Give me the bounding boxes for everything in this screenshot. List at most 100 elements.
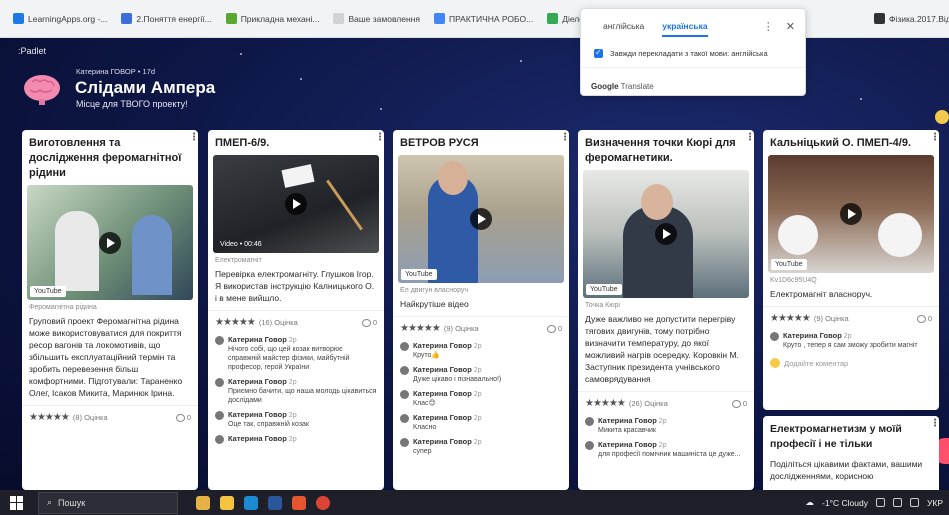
bookmark-favicon-icon bbox=[121, 13, 133, 24]
bookmark-label: LearningApps.org -... bbox=[28, 13, 108, 24]
file-explorer-icon[interactable] bbox=[220, 495, 234, 510]
avatar bbox=[585, 417, 594, 426]
comment-time: 2р bbox=[288, 436, 297, 443]
play-icon[interactable] bbox=[99, 231, 121, 254]
post-rating[interactable]: ★★★★★ (16) Оцінка 0 bbox=[208, 310, 384, 332]
comment-count: 0 bbox=[927, 314, 932, 323]
bookmark-item[interactable]: Прикладна механі... bbox=[221, 10, 325, 27]
comment-time: 2р bbox=[473, 391, 482, 398]
network-icon[interactable] bbox=[892, 498, 902, 507]
volume-icon[interactable] bbox=[909, 498, 919, 507]
padlet-logo[interactable]: :Padlet bbox=[18, 46, 46, 56]
comment-text: Круто👍 bbox=[413, 352, 441, 359]
taskbar-search[interactable]: ⌕ Пошук bbox=[38, 491, 178, 514]
comment: Катерина Говор 2р Дуже цікаво і пізнавальн… bbox=[393, 362, 569, 386]
language-indicator[interactable]: УКР bbox=[927, 498, 943, 508]
bookmark-item[interactable]: Фізика.2017.Відпов... bbox=[869, 10, 949, 27]
comment-bubble-icon bbox=[916, 314, 926, 323]
chrome-icon[interactable] bbox=[316, 495, 330, 510]
word-icon[interactable] bbox=[268, 495, 282, 510]
more-options-icon[interactable]: ⋮ bbox=[763, 20, 774, 33]
comment-text: Нічого собі, що цей козак витворює справ… bbox=[228, 346, 350, 371]
avatar bbox=[215, 435, 224, 444]
edge-browser-icon[interactable] bbox=[244, 495, 258, 510]
video-duration-badge: Video • 00:46 bbox=[220, 241, 262, 248]
add-comment-label: Додайте коментар bbox=[784, 358, 849, 368]
tab-source-language[interactable]: англійська bbox=[603, 21, 644, 37]
padlet-board: :Padlet Катерина ГОВОР • 17d Слідами Амп… bbox=[0, 38, 949, 490]
board-title: Слідами Ампера bbox=[75, 78, 216, 97]
comment-time: 2р bbox=[843, 333, 852, 340]
rating-stars-icon[interactable]: ★★★★★ bbox=[29, 412, 70, 423]
post-rating[interactable]: ★★★★★ (9) Оцінка 0 bbox=[393, 316, 569, 338]
windows-start-icon[interactable] bbox=[10, 495, 24, 510]
comment: Катерина Говор 2р Оце так, справжній козак bbox=[208, 407, 384, 431]
bookmark-item[interactable]: LearningApps.org -... bbox=[8, 10, 112, 27]
video-thumbnail[interactable]: YouTube bbox=[27, 185, 193, 300]
post-rating[interactable]: ★★★★★ (8) Оцінка 0 bbox=[22, 405, 198, 427]
rating-stars-icon[interactable]: ★★★★★ bbox=[215, 317, 256, 328]
comment: Катерина Говор 2р Круто , тепер я сам змож… bbox=[763, 328, 939, 352]
always-translate-checkbox[interactable]: Завжди перекладати з такої мови: англійс… bbox=[581, 37, 805, 58]
post-card[interactable]: ПМЕП-6/9. ⋮ Video • 00:46 Електромагніт П… bbox=[208, 130, 384, 490]
checkbox-checked-icon[interactable] bbox=[594, 48, 603, 58]
comments-counter[interactable]: 0 bbox=[916, 314, 932, 323]
comments-counter[interactable]: 0 bbox=[546, 324, 562, 333]
bookmark-item[interactable]: ПРАКТИЧНА РОБО... bbox=[429, 10, 538, 27]
post-menu-icon[interactable]: ⋮ bbox=[930, 133, 939, 143]
avatar bbox=[400, 438, 409, 447]
comment: Катерина Говор 2р Нічого собі, що цей коза… bbox=[208, 332, 384, 374]
close-icon[interactable]: ✕ bbox=[786, 20, 795, 33]
brand-suffix: Translate bbox=[620, 82, 654, 91]
play-icon[interactable] bbox=[655, 223, 677, 245]
comments-counter[interactable]: 0 bbox=[731, 399, 747, 408]
video-thumbnail[interactable]: YouTube bbox=[583, 170, 749, 298]
comment: Катерина Говор 2р Микита красавчик bbox=[578, 413, 754, 437]
post-menu-icon[interactable]: ⋮ bbox=[560, 133, 569, 143]
comment-text: Оце так, справжній козак bbox=[228, 421, 309, 428]
post-rating[interactable]: ★★★★★ (9) Оцінка 0 bbox=[763, 306, 939, 328]
powerpoint-icon[interactable] bbox=[292, 495, 306, 510]
play-icon[interactable] bbox=[840, 203, 862, 225]
post-menu-icon[interactable]: ⋮ bbox=[745, 133, 754, 143]
post-title: ПМЕП-6/9. bbox=[215, 137, 270, 149]
post-menu-icon[interactable]: ⋮ bbox=[930, 419, 939, 429]
post-card[interactable]: ВЕТРОВ РУСЯ ⋮ YouTube Ел двигун власноруч… bbox=[393, 130, 569, 490]
add-comment-button[interactable]: Додайте коментар bbox=[763, 352, 939, 374]
play-icon[interactable] bbox=[470, 208, 492, 230]
play-icon[interactable] bbox=[285, 193, 307, 215]
video-thumbnail[interactable]: YouTube bbox=[398, 155, 564, 283]
post-rating[interactable]: ★★★★★ (26) Оцінка 0 bbox=[578, 391, 754, 413]
star bbox=[380, 108, 382, 110]
star bbox=[300, 78, 302, 80]
post-card[interactable]: Кальніцький О. ПМЕП-4/9. ⋮ YouTube Kv1D6c… bbox=[763, 130, 939, 410]
comments-counter[interactable]: 0 bbox=[361, 318, 377, 327]
avatar bbox=[215, 336, 224, 345]
tray-expand-icon[interactable] bbox=[875, 498, 885, 507]
video-thumbnail[interactable]: Video • 00:46 bbox=[213, 155, 379, 253]
post-card[interactable]: Електромагнетизм у моїй професії і не ті… bbox=[763, 416, 939, 490]
post-category: Феромагнітна рідина bbox=[29, 304, 97, 311]
bookmark-item[interactable]: Ваше замовлення bbox=[328, 10, 425, 27]
rating-stars-icon[interactable]: ★★★★★ bbox=[400, 323, 441, 334]
person-figure bbox=[55, 211, 99, 291]
comment-count: 0 bbox=[557, 324, 562, 333]
post-card[interactable]: Визначення точки Кюрі для феромагнетики.… bbox=[578, 130, 754, 490]
comments-counter[interactable]: 0 bbox=[175, 413, 191, 422]
rating-label: (8) Оцінка bbox=[72, 413, 108, 422]
post-category: Kv1D6c95U4Q bbox=[770, 277, 817, 284]
video-thumbnail[interactable]: YouTube bbox=[768, 155, 934, 273]
weather-label[interactable]: -1°C Cloudy bbox=[822, 498, 868, 508]
planet-icon bbox=[935, 110, 949, 124]
task-view-icon[interactable] bbox=[196, 495, 210, 510]
rating-stars-icon[interactable]: ★★★★★ bbox=[585, 398, 626, 409]
bookmark-item[interactable]: 2.Поняття енергії... bbox=[116, 10, 216, 27]
comment-author: Катерина Говор bbox=[228, 410, 287, 419]
post-card[interactable]: Виготовлення та дослідження феромагнітно… bbox=[22, 130, 198, 490]
tab-target-language[interactable]: українська bbox=[662, 21, 708, 37]
checkbox-label: Завжди перекладати з такої мови: англійс… bbox=[610, 49, 768, 58]
rating-stars-icon[interactable]: ★★★★★ bbox=[770, 313, 811, 324]
post-menu-icon[interactable]: ⋮ bbox=[375, 133, 384, 143]
comment-time: 2р bbox=[288, 412, 297, 419]
post-menu-icon[interactable]: ⋮ bbox=[189, 133, 198, 143]
